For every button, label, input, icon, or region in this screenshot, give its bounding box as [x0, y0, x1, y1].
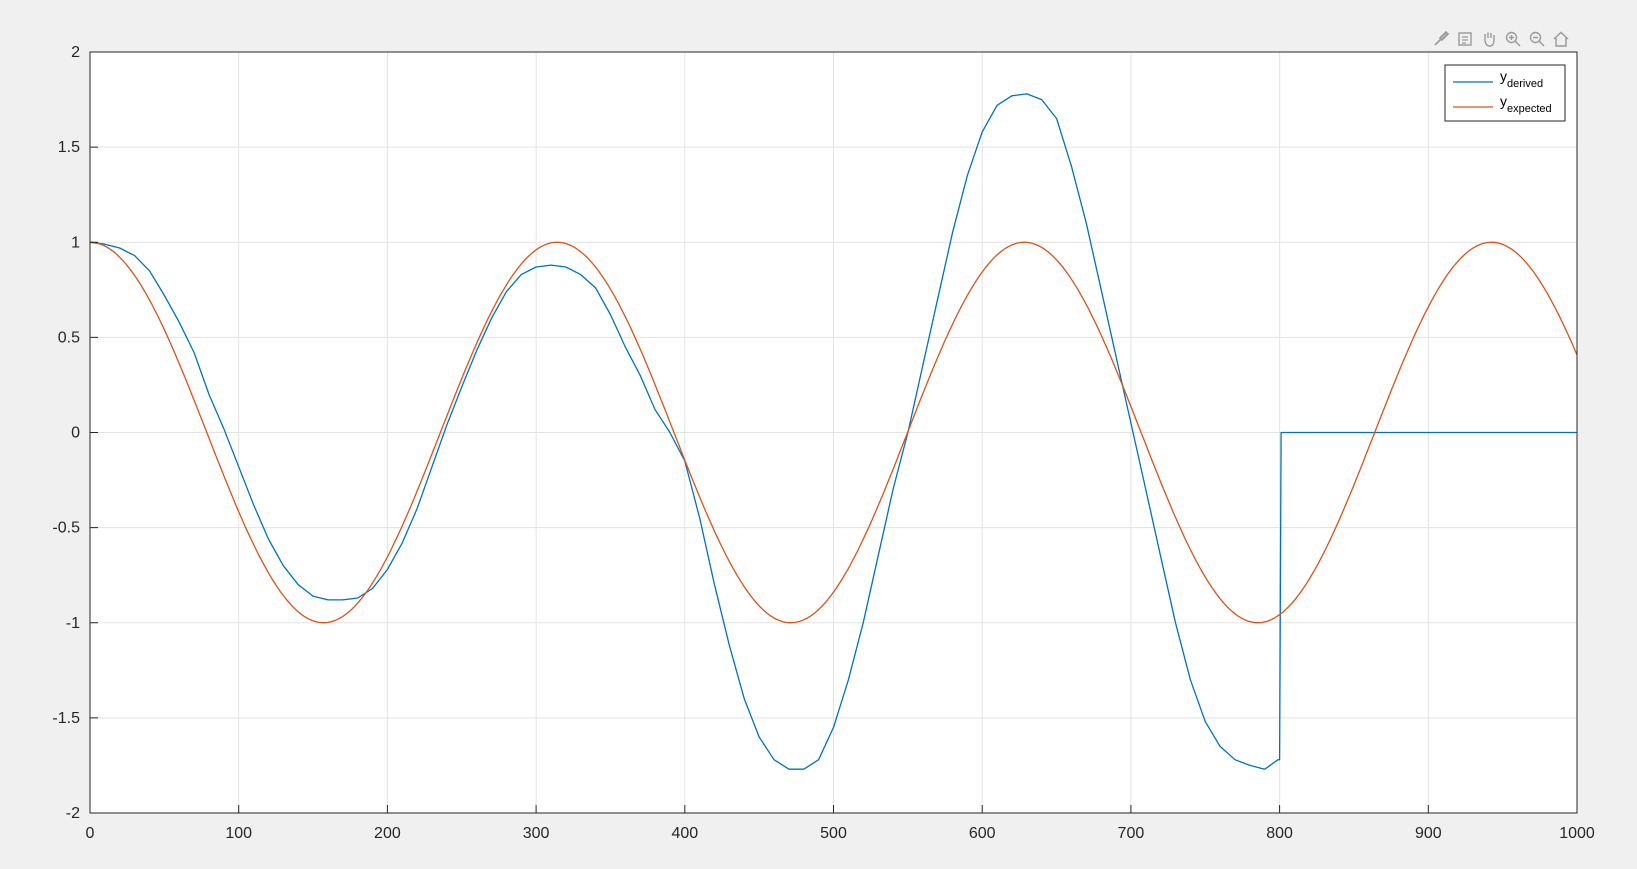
x-tick-label: 0 [86, 825, 95, 842]
x-tick-label: 800 [1266, 825, 1293, 842]
x-tick-label: 700 [1118, 825, 1145, 842]
x-tick-label: 1000 [1559, 825, 1595, 842]
y-tick-label: 0 [71, 425, 80, 442]
y-tick-label: 2 [71, 44, 80, 61]
y-tick-label: -0.5 [52, 520, 80, 537]
y-tick-label: -1.5 [52, 710, 80, 727]
y-tick-label: -1 [66, 615, 80, 632]
y-tick-label: 1.5 [58, 139, 80, 156]
x-tick-label: 400 [671, 825, 698, 842]
y-tick-label: -2 [66, 805, 80, 822]
x-tick-label: 900 [1415, 825, 1442, 842]
y-tick-label: 0.5 [58, 329, 80, 346]
x-tick-label: 600 [969, 825, 996, 842]
x-tick-label: 300 [523, 825, 550, 842]
legend[interactable]: yderivedyexpected [1444, 64, 1566, 122]
figure-canvas: 0 100 200 300 400 500 600 700 800 900 1000 -2 -1.5 -1… [52, 44, 1595, 842]
x-tick-label: 100 [225, 825, 252, 842]
x-tick-label: 200 [374, 825, 401, 842]
y-tick-label: 1 [71, 234, 80, 251]
x-tick-label: 500 [820, 825, 847, 842]
